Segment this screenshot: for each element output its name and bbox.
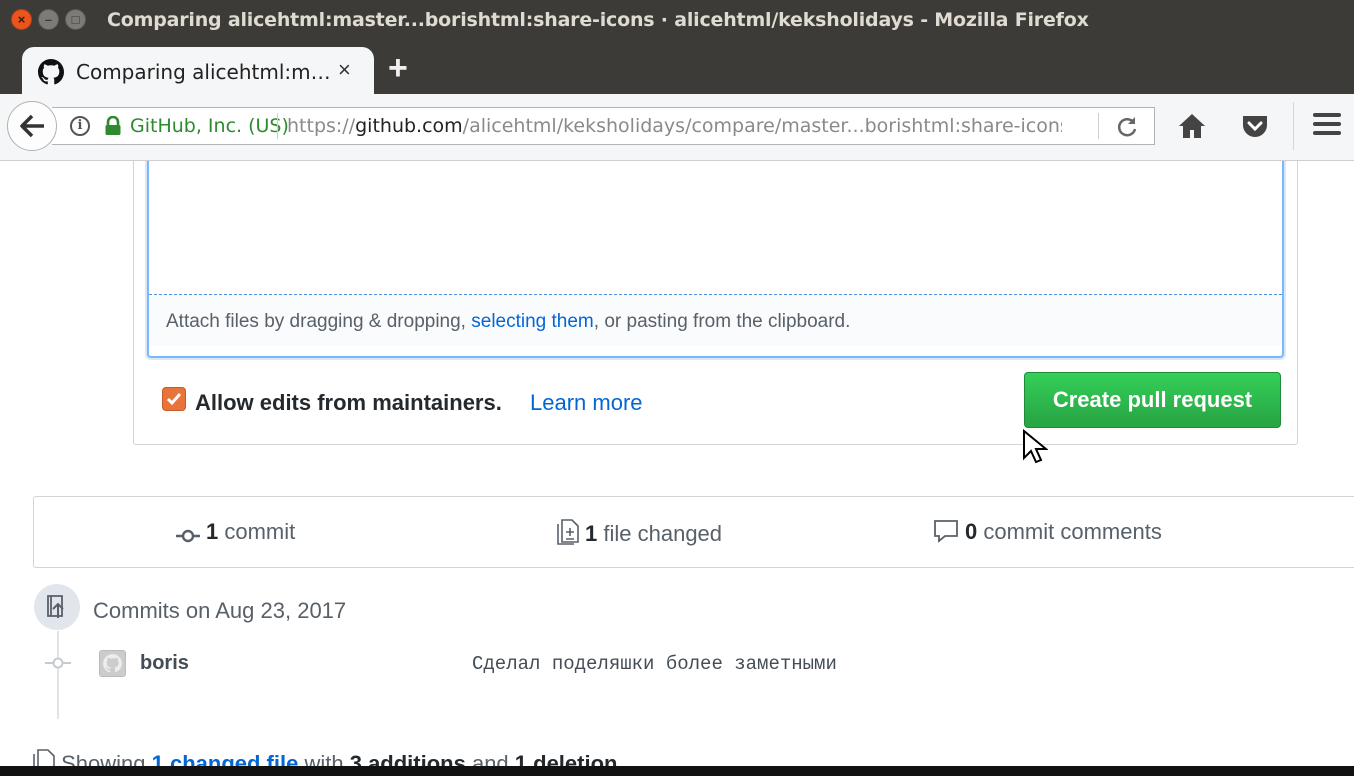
- attach-files-text: Attach files by dragging & dropping, sel…: [166, 311, 850, 333]
- comments-label: commit comments: [983, 519, 1162, 544]
- summary-middle: with: [298, 751, 350, 766]
- navigation-toolbar: i GitHub, Inc. (US) https://github.com/a…: [0, 94, 1354, 161]
- new-tab-button[interactable]: +: [388, 49, 408, 87]
- files-label: file changed: [603, 521, 723, 546]
- avatar[interactable]: [99, 650, 126, 677]
- select-files-link[interactable]: selecting them: [471, 311, 594, 332]
- file-diff-icon: [33, 749, 55, 766]
- url-domain: github.com: [355, 115, 463, 137]
- toolbar-divider: [1293, 102, 1294, 150]
- comments-count: 0: [965, 519, 978, 544]
- compare-stats-bar: 1 commit 1 file changed 0 commit comment…: [33, 496, 1354, 568]
- diff-summary: Showing 1 changed file with 3 additions …: [33, 749, 624, 766]
- summary-suffix: .: [617, 751, 624, 766]
- comment-icon: [934, 520, 958, 543]
- commits-date-heading: Commits on Aug 23, 2017: [93, 598, 347, 623]
- tab-strip: Comparing alicehtml:m… × +: [0, 42, 1354, 94]
- window-title: Comparing alicehtml:master...borishtml:s…: [107, 9, 1089, 31]
- tab-close-icon[interactable]: ×: [338, 57, 351, 83]
- reload-icon[interactable]: [1114, 114, 1140, 140]
- commit-message[interactable]: Сделал поделяшки более заметными: [472, 653, 837, 675]
- learn-more-link[interactable]: Learn more: [530, 390, 643, 416]
- file-diff-icon: [557, 519, 579, 545]
- home-icon[interactable]: [1177, 111, 1207, 141]
- pocket-icon[interactable]: [1240, 111, 1270, 141]
- hamburger-menu-icon[interactable]: [1313, 113, 1341, 139]
- back-button[interactable]: [7, 101, 57, 151]
- pr-description-textarea[interactable]: Attach files by dragging & dropping, sel…: [147, 161, 1284, 358]
- url-path: /alicehtml/keksholidays/compare/master..…: [462, 115, 1062, 137]
- commit-group-icon: [34, 584, 80, 630]
- files-changed-stat[interactable]: 1 file changed: [557, 519, 722, 547]
- url-prefix: https://: [287, 115, 356, 137]
- attach-text-before: Attach files by dragging & dropping,: [166, 311, 472, 332]
- window-maximize-button[interactable]: □: [65, 9, 86, 30]
- commit-author[interactable]: boris: [140, 652, 189, 675]
- github-icon: [103, 654, 122, 673]
- checkmark-icon: [166, 393, 182, 406]
- mouse-cursor-icon: [1023, 429, 1048, 464]
- git-commit-icon: [176, 529, 200, 543]
- window-minimize-button[interactable]: –: [38, 9, 59, 30]
- lock-icon[interactable]: [104, 116, 122, 136]
- info-icon[interactable]: i: [70, 116, 90, 136]
- back-arrow-icon: [20, 114, 44, 138]
- repo-push-icon: [47, 595, 64, 618]
- page-content: Attach files by dragging & dropping, sel…: [0, 161, 1354, 766]
- url-bar[interactable]: i GitHub, Inc. (US) https://github.com/a…: [52, 107, 1155, 145]
- url-divider: [277, 113, 278, 139]
- window-close-button[interactable]: ×: [11, 9, 32, 30]
- url-divider: [1098, 113, 1099, 139]
- allow-edits-label[interactable]: Allow edits from maintainers.: [195, 390, 502, 416]
- tab-title: Comparing alicehtml:m…: [76, 60, 331, 84]
- window-bottom-edge: [0, 766, 1354, 776]
- github-icon: [38, 59, 64, 85]
- commit-timeline: [57, 631, 59, 719]
- window-titlebar: × – □ Comparing alicehtml:master...boris…: [0, 0, 1354, 42]
- summary-prefix: Showing: [61, 751, 152, 766]
- git-commit-icon: [45, 657, 71, 669]
- deletions-count: 1 deletion: [514, 751, 618, 766]
- commit-comments-stat[interactable]: 0 commit comments: [933, 519, 1162, 545]
- site-identity[interactable]: GitHub, Inc. (US): [130, 115, 289, 137]
- attach-text-after: , or pasting from the clipboard.: [593, 311, 851, 332]
- summary-and: and: [465, 751, 515, 766]
- commits-stat[interactable]: 1 commit: [176, 519, 295, 545]
- commits-label: commit: [224, 519, 296, 544]
- files-count: 1: [585, 521, 598, 546]
- commits-count: 1: [206, 519, 219, 544]
- changed-files-link[interactable]: 1 changed file: [152, 751, 299, 766]
- file-drop-zone[interactable]: Attach files by dragging & dropping, sel…: [149, 294, 1282, 346]
- browser-tab[interactable]: Comparing alicehtml:m… ×: [22, 47, 374, 94]
- url-field[interactable]: https://github.com/alicehtml/keksholiday…: [287, 115, 1062, 137]
- additions-count: 3 additions: [349, 751, 466, 766]
- allow-edits-checkbox[interactable]: [162, 387, 186, 411]
- create-pull-request-button[interactable]: Create pull request: [1024, 372, 1281, 428]
